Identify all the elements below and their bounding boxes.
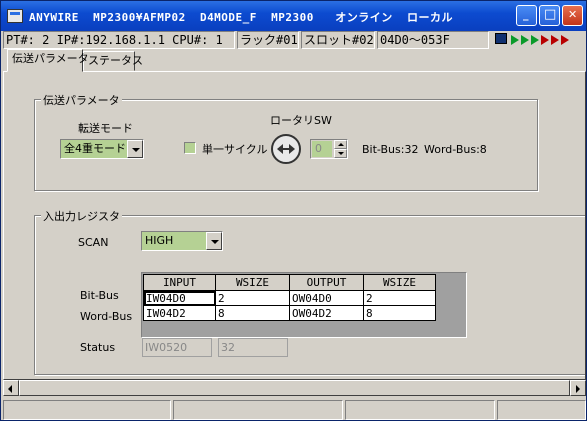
scroll-right-icon[interactable] [570,380,586,396]
single-cycle-label: 単一サイクル [202,143,268,156]
table-row: IW04D0 2 OW04D0 2 [143,290,436,306]
pc-icon [495,33,507,44]
spin-down-icon[interactable] [334,149,347,158]
status-pane [345,400,495,420]
close-button[interactable]: ✕ [562,5,583,26]
scan-select[interactable]: HIGH [141,231,223,251]
chevron-down-icon[interactable] [127,140,143,158]
tab-status[interactable]: ステータス [83,51,143,71]
minimize-icon: _ [523,8,529,21]
rotary-switch-dial[interactable] [271,134,301,164]
output-register-cell[interactable]: OW04D2 [289,305,364,321]
connection-status-line: PT#: 2 IP#:192.168.1.1 CPU#: 1 ラック#01 スロ… [3,31,586,49]
scan-value: HIGH [145,234,174,247]
close-icon: ✕ [568,8,578,21]
chevron-down-icon[interactable] [206,232,222,250]
receive-arrow-icon [551,35,559,45]
status-pane [497,400,586,420]
status-label: Status [80,341,116,354]
rotary-switch-label: ロータリSW [270,114,332,127]
horizontal-scrollbar[interactable] [3,380,586,396]
spin-up-icon[interactable] [334,140,347,149]
send-arrow-icon [511,35,519,45]
input-register-cell[interactable]: IW04D2 [143,305,216,321]
word-bus-info: Word-Bus:8 [424,143,487,156]
tab-transmission-parameters[interactable]: 伝送パラメータ [7,49,89,72]
input-wsize-cell[interactable]: 8 [215,305,290,321]
scan-label: SCAN [78,236,109,249]
bit-bus-info: Bit-Bus:32 [362,143,419,156]
pt-ip-cpu-field: PT#: 2 IP#:192.168.1.1 CPU#: 1 [3,31,235,49]
column-header: OUTPUT [289,274,364,291]
transfer-mode-value: 全4重モード [64,142,126,155]
transfer-mode-select[interactable]: 全4重モード [60,139,144,159]
column-header: WSIZE [215,274,290,291]
status-register-field: IW0520 [142,338,212,357]
maximize-icon: □ [544,7,557,22]
single-cycle-checkbox[interactable] [184,142,196,154]
column-header: WSIZE [363,274,436,291]
rotary-value-spinner[interactable]: 0 [310,139,348,159]
word-bus-row-label: Word-Bus [80,310,133,323]
minimize-button[interactable]: _ [516,5,537,26]
send-arrow-icon [531,35,539,45]
status-bar [3,400,586,420]
main-window: ANYWIRE MP2300¥AFMP02 D4MODE_F MP2300 オン… [0,0,587,421]
rotary-value: 0 [312,141,332,157]
output-register-cell[interactable]: OW04D0 [289,290,364,306]
app-icon [7,9,23,23]
group-title: 伝送パラメータ [41,92,122,108]
output-wsize-cell[interactable]: 2 [363,290,436,306]
slot-field: スロット#02 [301,31,375,49]
title-bar[interactable]: ANYWIRE MP2300¥AFMP02 D4MODE_F MP2300 オン… [1,1,586,31]
maximize-button[interactable]: □ [539,5,560,26]
rack-field: ラック#01 [237,31,299,49]
transfer-mode-label: 転送モード [78,122,133,135]
table-header-row: INPUT WSIZE OUTPUT WSIZE [143,274,436,291]
window-title: ANYWIRE MP2300¥AFMP02 D4MODE_F MP2300 オン… [29,11,454,24]
output-wsize-cell[interactable]: 8 [363,305,436,321]
scroll-thumb[interactable] [19,380,570,396]
column-header: INPUT [143,274,216,291]
input-wsize-cell[interactable]: 2 [215,290,290,306]
register-range-field: 04D0～053F [377,31,489,49]
rotary-arrows-icon [277,144,295,154]
table-row: IW04D2 8 OW04D2 8 [143,305,436,321]
io-register-grid[interactable]: INPUT WSIZE OUTPUT WSIZE IW04D0 2 OW04D0… [141,272,467,338]
receive-arrow-icon [561,35,569,45]
group-title: 入出力レジスタ [41,208,122,224]
send-arrow-icon [521,35,529,45]
scroll-left-icon[interactable] [3,380,19,396]
communication-indicator [493,32,585,48]
register-table: INPUT WSIZE OUTPUT WSIZE IW04D0 2 OW04D0… [143,274,436,321]
input-register-cell[interactable]: IW04D0 [143,290,216,306]
receive-arrow-icon [541,35,549,45]
bit-bus-row-label: Bit-Bus [80,289,119,302]
status-pane [3,400,171,420]
status-pane [173,400,343,420]
status-size-field: 32 [218,338,288,357]
